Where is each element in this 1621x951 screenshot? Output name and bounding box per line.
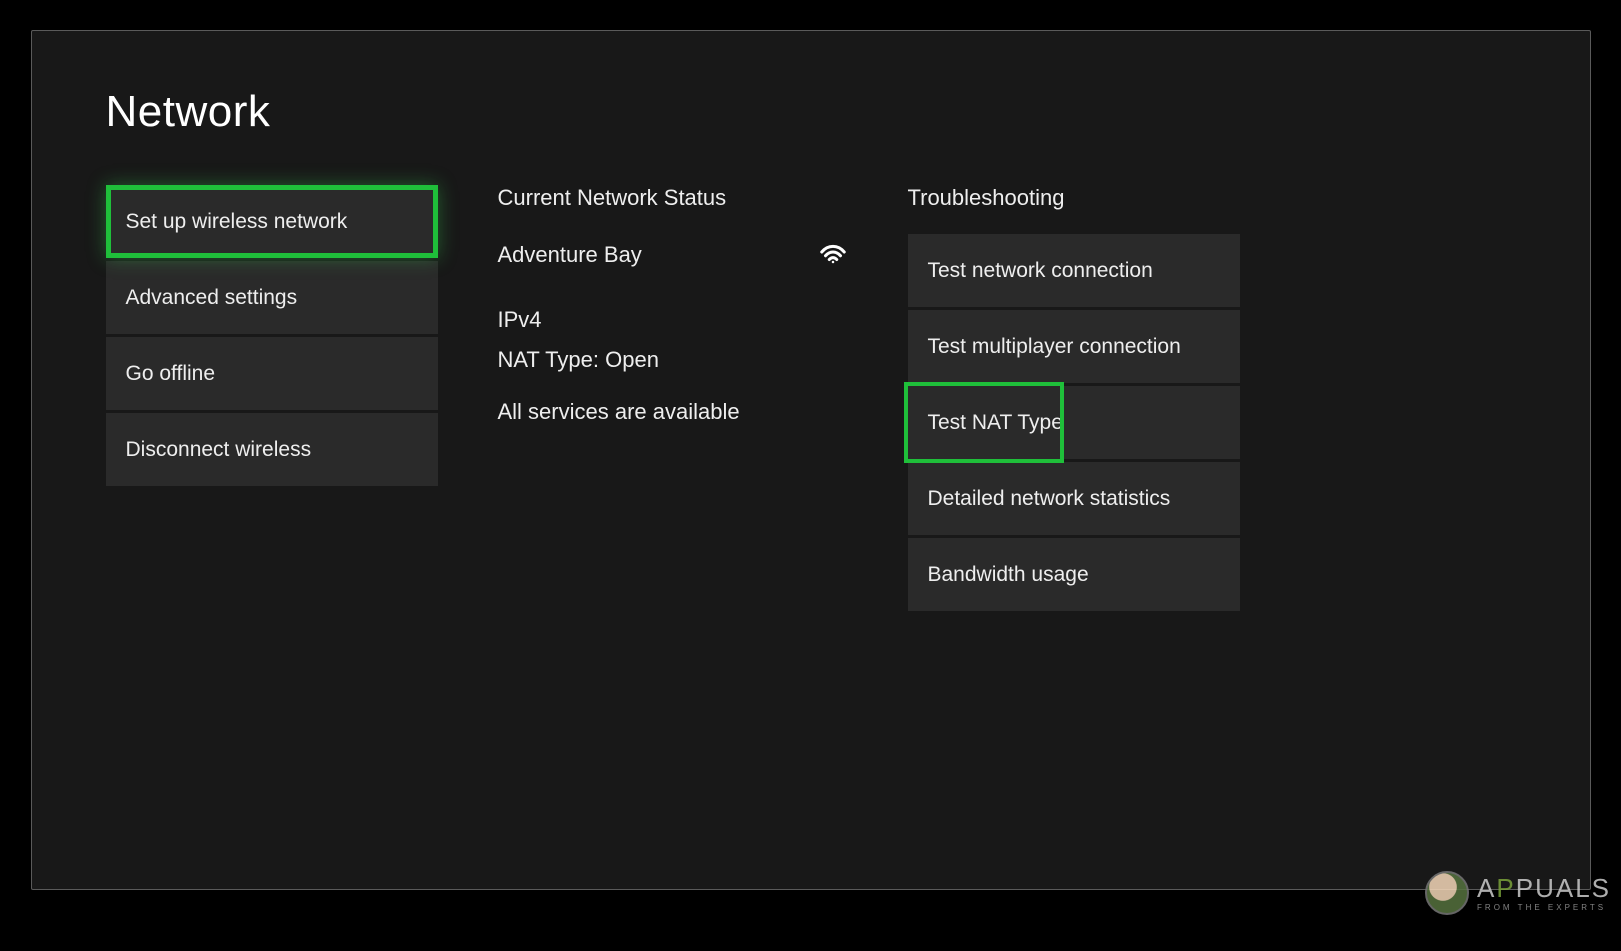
troubleshooting-heading: Troubleshooting bbox=[908, 185, 1240, 211]
watermark-tagline: FROM THE EXPERTS bbox=[1477, 904, 1611, 912]
watermark-accent: P bbox=[1496, 873, 1515, 903]
go-offline-button[interactable]: Go offline bbox=[106, 337, 438, 410]
button-label: Detailed network statistics bbox=[928, 487, 1171, 511]
disconnect-wireless-button[interactable]: Disconnect wireless bbox=[106, 413, 438, 486]
setup-wireless-button[interactable]: Set up wireless network bbox=[106, 185, 438, 258]
button-label: Test network connection bbox=[928, 259, 1153, 283]
bandwidth-usage-button[interactable]: Bandwidth usage bbox=[908, 538, 1240, 611]
button-label: Advanced settings bbox=[126, 286, 298, 310]
network-status-column: Current Network Status Adventure Bay IPv… bbox=[498, 185, 848, 451]
network-actions-column: Set up wireless network Advanced setting… bbox=[106, 185, 438, 486]
button-label: Bandwidth usage bbox=[928, 563, 1089, 587]
advanced-settings-button[interactable]: Advanced settings bbox=[106, 261, 438, 334]
columns: Set up wireless network Advanced setting… bbox=[106, 185, 1516, 611]
troubleshooting-column: Troubleshooting Test network connection … bbox=[908, 185, 1240, 611]
watermark: APPUALS FROM THE EXPERTS bbox=[1425, 871, 1611, 915]
test-network-connection-button[interactable]: Test network connection bbox=[908, 234, 1240, 307]
watermark-brand: APPUALS bbox=[1477, 875, 1611, 901]
network-name-row: Adventure Bay bbox=[498, 237, 848, 273]
page-title: Network bbox=[106, 87, 1516, 137]
ip-version: IPv4 bbox=[498, 307, 848, 333]
watermark-avatar-icon bbox=[1425, 871, 1469, 915]
button-label: Test multiplayer connection bbox=[928, 335, 1181, 359]
button-label: Test NAT Type bbox=[928, 411, 1063, 435]
network-settings-window: Network Set up wireless network Advanced… bbox=[31, 30, 1591, 890]
network-name: Adventure Bay bbox=[498, 242, 642, 268]
status-heading: Current Network Status bbox=[498, 185, 848, 211]
nat-type: NAT Type: Open bbox=[498, 347, 848, 373]
button-label: Disconnect wireless bbox=[126, 438, 312, 462]
button-label: Go offline bbox=[126, 362, 216, 386]
detailed-network-statistics-button[interactable]: Detailed network statistics bbox=[908, 462, 1240, 535]
test-multiplayer-connection-button[interactable]: Test multiplayer connection bbox=[908, 310, 1240, 383]
test-nat-type-button[interactable]: Test NAT Type bbox=[908, 386, 1240, 459]
wifi-icon bbox=[818, 237, 848, 273]
button-label: Set up wireless network bbox=[126, 210, 348, 234]
services-status: All services are available bbox=[498, 399, 848, 425]
watermark-text: APPUALS FROM THE EXPERTS bbox=[1477, 875, 1611, 912]
